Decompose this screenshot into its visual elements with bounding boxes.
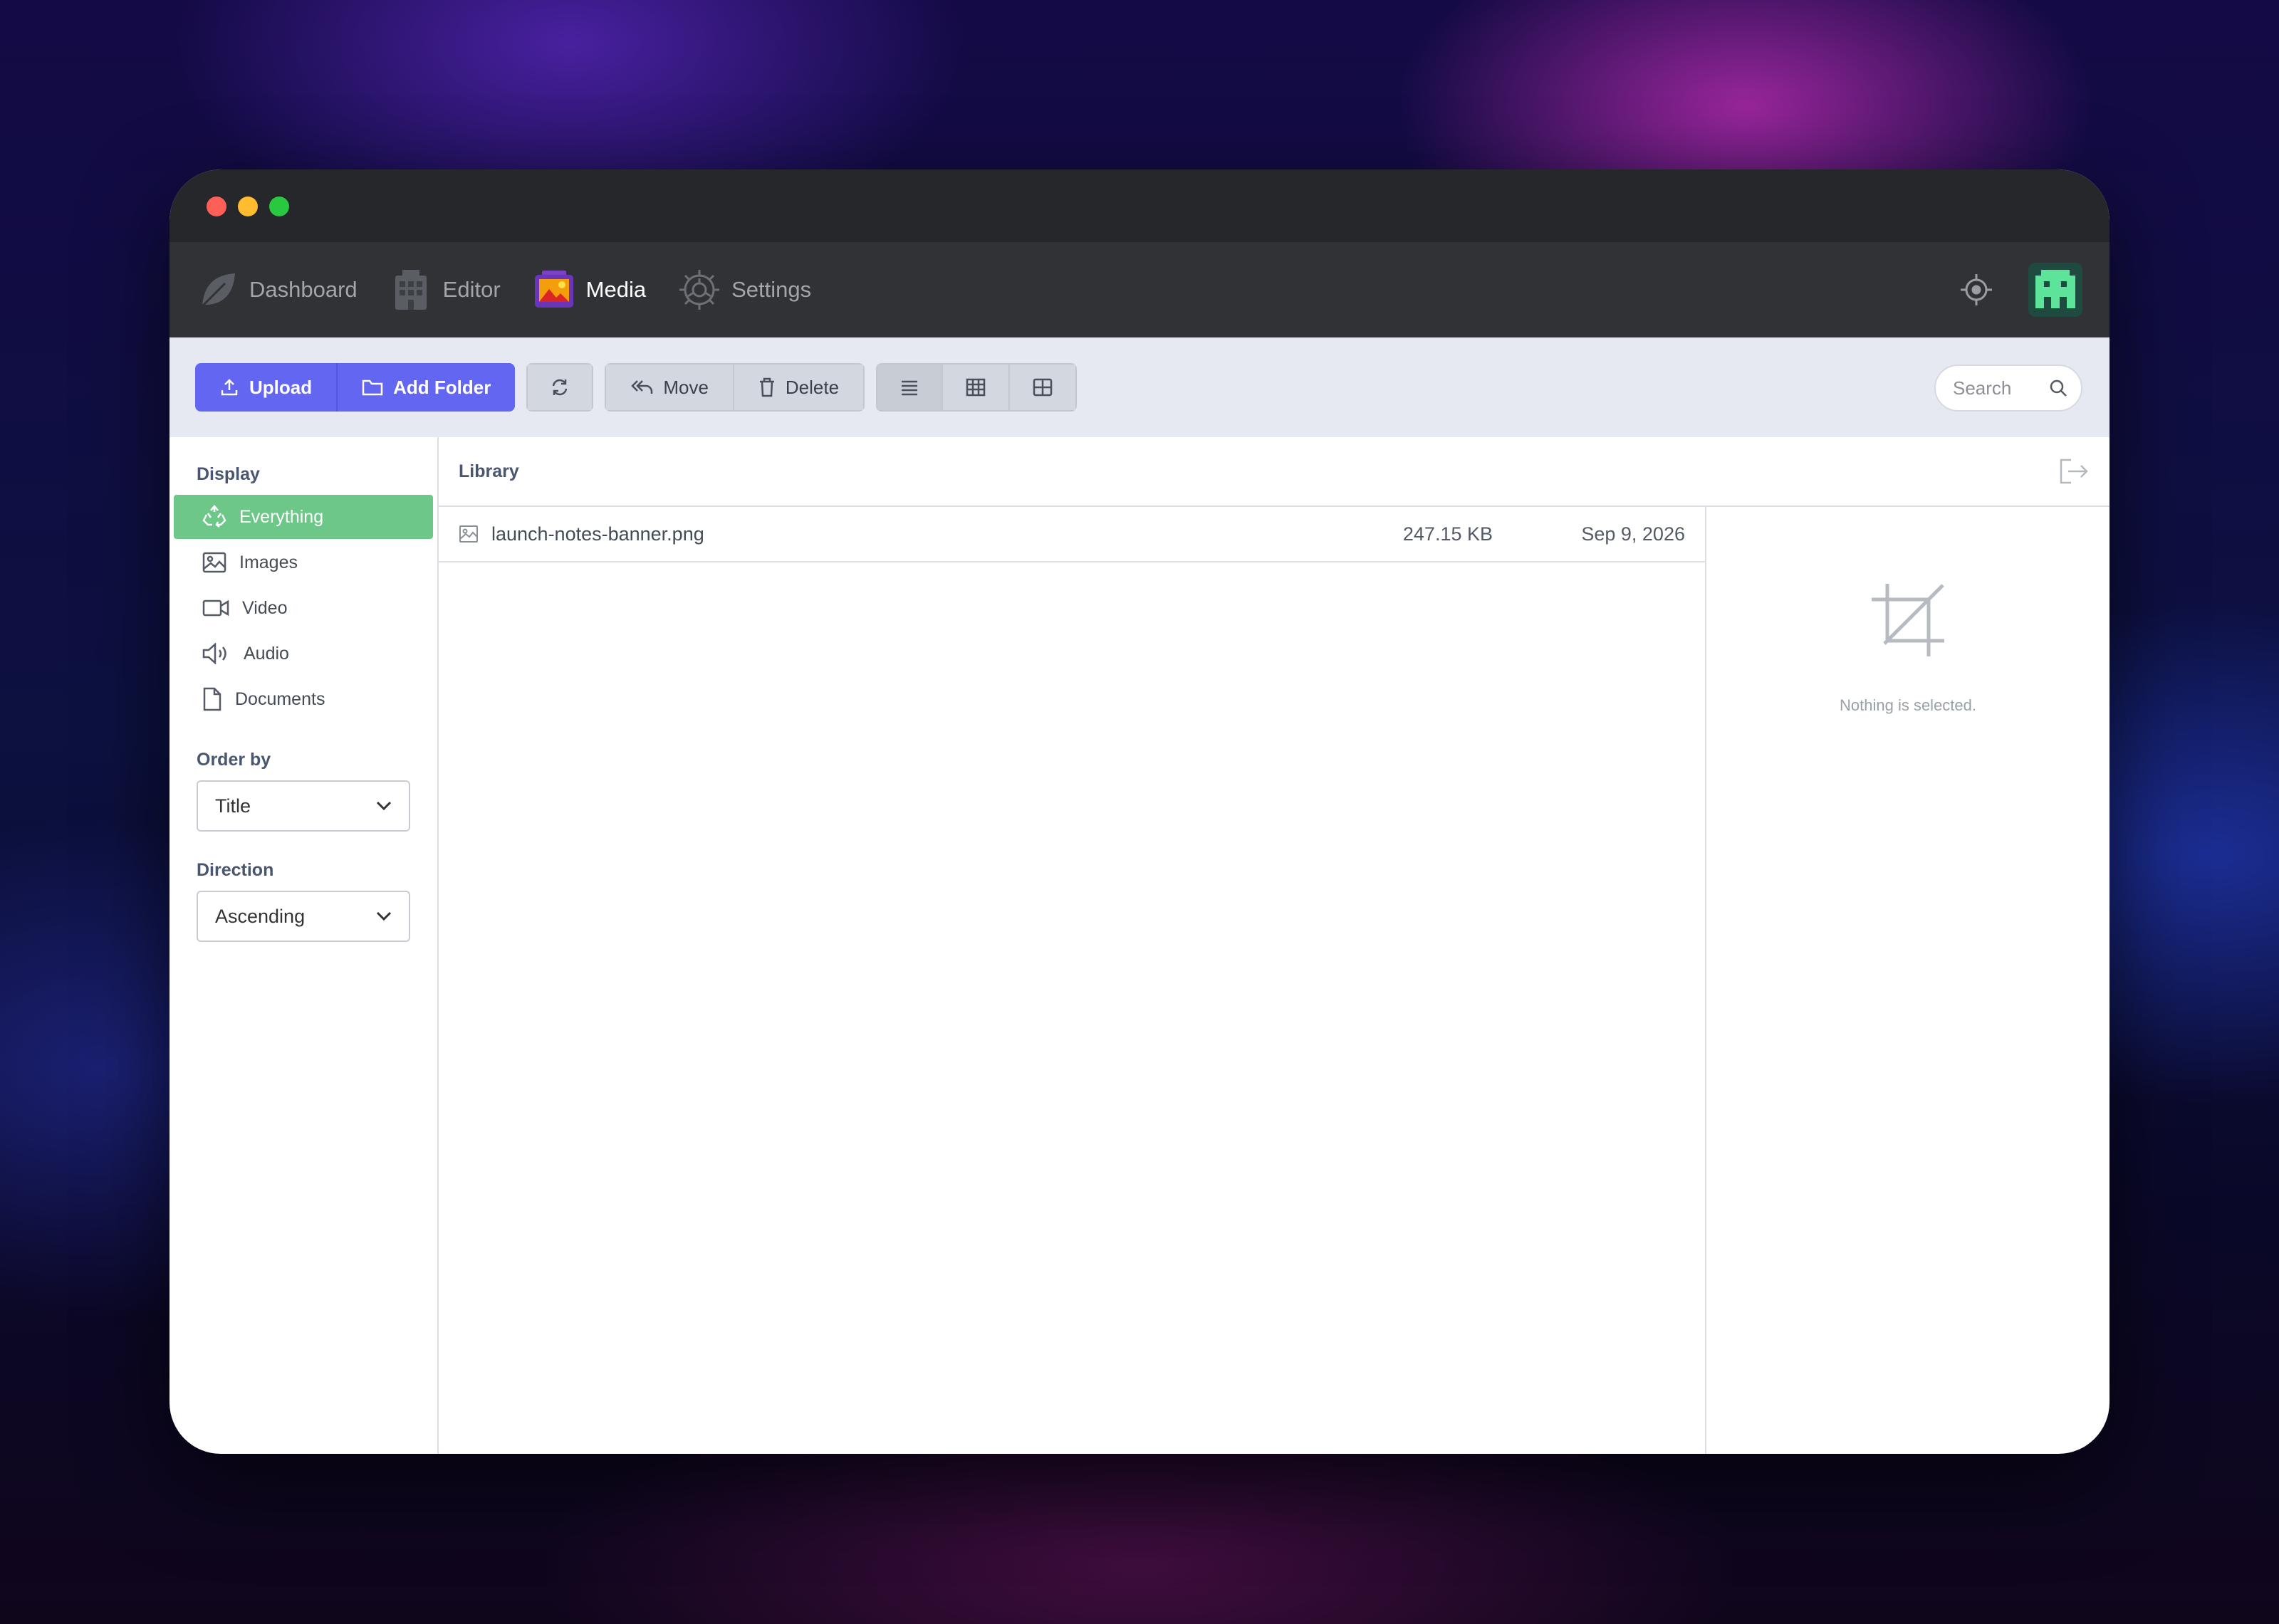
gear-icon — [677, 268, 721, 312]
library-header: Library — [439, 437, 2109, 507]
filter-label-audio: Audio — [244, 643, 289, 664]
order-by-value: Title — [215, 795, 251, 817]
filter-images[interactable]: Images — [174, 540, 433, 585]
image-file-icon — [459, 525, 478, 543]
search-input[interactable] — [1953, 377, 2045, 399]
maximize-window-button[interactable] — [269, 197, 289, 216]
library-title: Library — [459, 461, 519, 481]
move-button[interactable]: Move — [605, 363, 734, 412]
library-panes: launch-notes-banner.png 247.15 KB Sep 9,… — [439, 507, 2109, 1454]
grid-view-button[interactable] — [1010, 363, 1078, 412]
file-row[interactable]: launch-notes-banner.png 247.15 KB Sep 9,… — [439, 507, 1705, 562]
video-camera-icon — [202, 599, 229, 617]
filter-documents[interactable]: Documents — [174, 677, 433, 721]
list-view-button[interactable] — [876, 363, 944, 412]
refresh-button[interactable] — [526, 363, 594, 412]
order-by-select[interactable]: Title — [197, 780, 410, 832]
filter-label-everything: Everything — [239, 506, 324, 527]
details-panel: Nothing is selected. — [1706, 507, 2109, 1454]
nav-item-settings[interactable]: Settings — [677, 268, 811, 312]
content-area: Display Everything Images Video Audio Do… — [170, 437, 2109, 1454]
nav-label-dashboard: Dashboard — [249, 277, 358, 302]
upload-icon — [221, 379, 238, 396]
chevron-down-icon — [376, 801, 392, 811]
search-icon[interactable] — [2048, 378, 2068, 398]
sidebar: Display Everything Images Video Audio Do… — [170, 437, 439, 1454]
grid-icon — [1033, 378, 1053, 397]
media-toolbar: Upload Add Folder Move Delete Search — [170, 337, 2109, 437]
chevron-down-icon — [376, 911, 392, 921]
recycle-icon — [202, 505, 226, 528]
file-list: launch-notes-banner.png 247.15 KB Sep 9,… — [439, 507, 1706, 1454]
add-folder-button[interactable]: Add Folder — [336, 363, 516, 412]
filter-label-documents: Documents — [235, 688, 325, 709]
library-main: Library launch-notes-banner.png 247.15 K… — [439, 437, 2109, 1454]
file-date: Sep 9, 2026 — [1581, 523, 1685, 545]
table-icon — [966, 378, 986, 397]
filter-everything[interactable]: Everything — [174, 495, 433, 539]
direction-value: Ascending — [215, 905, 306, 927]
nav-label-media: Media — [585, 277, 647, 302]
image-icon — [202, 552, 226, 573]
app-window: Dashboard Editor Media Settings Upload A… — [170, 169, 2109, 1454]
image-gallery-icon — [532, 268, 576, 312]
filter-video[interactable]: Video — [174, 586, 433, 630]
avatar[interactable] — [2028, 263, 2082, 317]
close-window-button[interactable] — [207, 197, 226, 216]
leaf-icon — [195, 268, 239, 312]
crosshair-icon[interactable] — [1960, 273, 1993, 306]
refresh-icon — [553, 379, 568, 396]
upload-button[interactable]: Upload — [195, 363, 337, 412]
nav-right — [1960, 242, 2082, 337]
nav-item-dashboard[interactable]: Dashboard — [195, 268, 358, 312]
edit-button-group: Move Delete — [605, 363, 865, 412]
direction-select[interactable]: Ascending — [197, 891, 410, 942]
nav-item-media[interactable]: Media — [532, 268, 646, 312]
upload-button-group: Upload Add Folder — [195, 363, 516, 412]
crop-icon — [1872, 584, 1944, 656]
speaker-icon — [202, 643, 226, 664]
display-heading: Display — [197, 464, 260, 484]
top-navigation: Dashboard Editor Media Settings — [170, 242, 2109, 337]
minimize-window-button[interactable] — [238, 197, 258, 216]
nav-label-editor: Editor — [442, 277, 501, 302]
folder-icon — [362, 379, 383, 396]
file-size: 247.15 KB — [1402, 523, 1493, 545]
filter-label-images: Images — [239, 552, 298, 572]
order-by-heading: Order by — [197, 750, 271, 770]
nothing-selected-text: Nothing is selected. — [1840, 696, 1976, 714]
view-toggle-group — [876, 363, 1078, 412]
table-view-button[interactable] — [943, 363, 1011, 412]
trash-icon — [759, 377, 774, 397]
filter-audio[interactable]: Audio — [174, 632, 433, 676]
delete-label: Delete — [785, 376, 840, 398]
document-icon — [203, 687, 221, 711]
move-label: Move — [663, 376, 709, 398]
building-icon — [389, 268, 433, 312]
nav-label-settings: Settings — [731, 277, 812, 302]
search-box — [1934, 365, 2082, 412]
filter-label-video: Video — [242, 597, 288, 618]
title-bar — [170, 169, 2109, 242]
list-icon — [902, 380, 918, 396]
upload-label: Upload — [249, 376, 313, 398]
refresh-button-group — [526, 363, 594, 412]
delete-button[interactable]: Delete — [734, 363, 865, 412]
reply-all-icon — [631, 380, 653, 394]
direction-heading: Direction — [197, 860, 274, 880]
add-folder-label: Add Folder — [393, 376, 491, 398]
file-name: launch-notes-banner.png — [491, 523, 704, 545]
exit-icon[interactable] — [2058, 457, 2090, 486]
nav-item-editor[interactable]: Editor — [389, 268, 501, 312]
